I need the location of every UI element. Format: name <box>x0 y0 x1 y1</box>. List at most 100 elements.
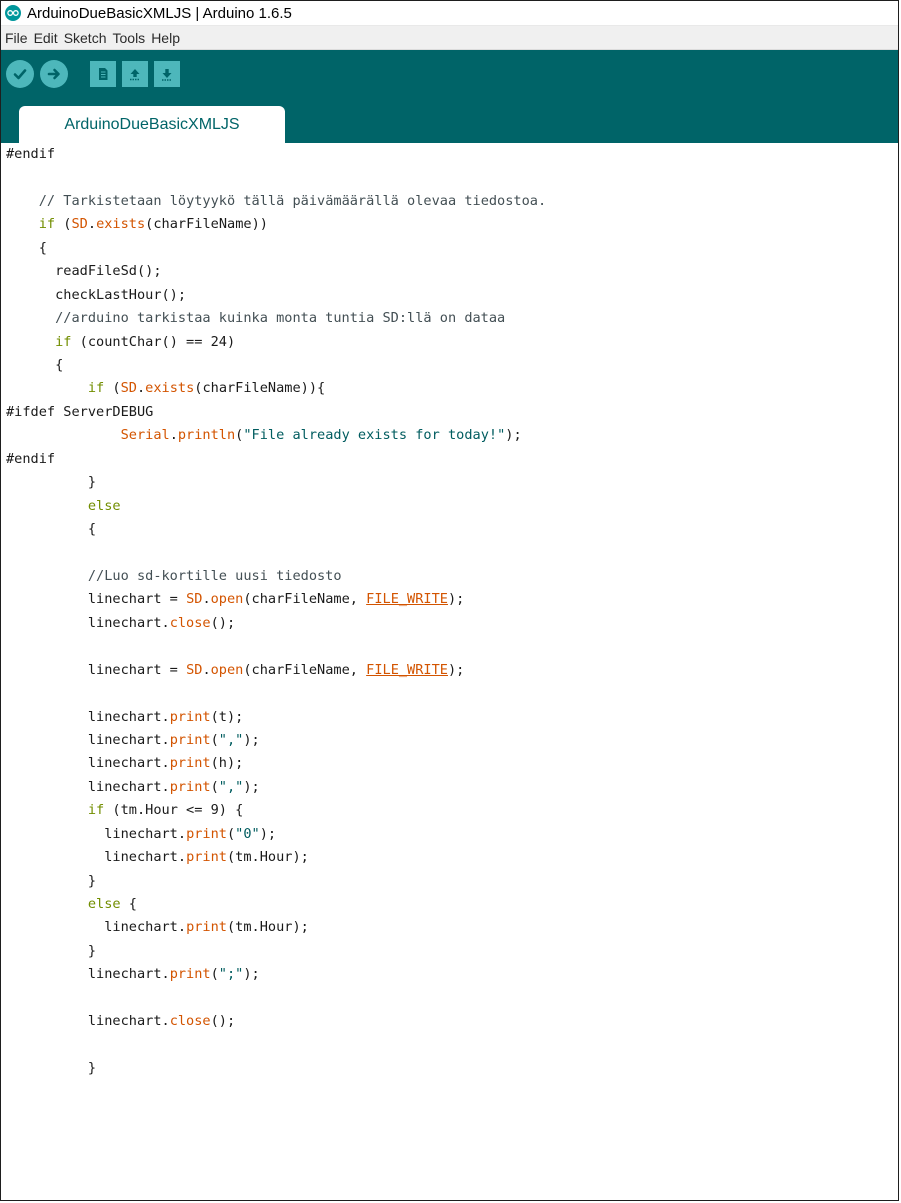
code-line[interactable]: linechart.print(tm.Hour); <box>6 916 546 939</box>
open-sketch-button[interactable] <box>122 61 148 87</box>
code-line[interactable]: #ifdef ServerDEBUG <box>6 401 546 424</box>
code-text: ); <box>243 778 260 795</box>
code-line[interactable]: { <box>6 354 546 377</box>
code-line[interactable]: if (tm.Hour <= 9) { <box>6 799 546 822</box>
code-string: "0" <box>235 825 260 842</box>
tab-sketch[interactable]: ArduinoDueBasicXMLJS <box>19 106 285 143</box>
code-line[interactable] <box>6 987 546 1010</box>
code-text: . <box>169 427 178 444</box>
code-line[interactable]: //arduino tarkistaa kuinka monta tuntia … <box>6 307 546 330</box>
code-text: ); <box>243 966 260 983</box>
code-text: (tm.Hour <= 9) { <box>104 802 244 819</box>
code-string: "," <box>218 731 244 748</box>
code-line[interactable]: linechart = SD.open(charFileName, FILE_W… <box>6 588 546 611</box>
code-keyword: if <box>87 802 105 819</box>
code-editor[interactable]: . . . #endif // Tarkistetaan löytyykö tä… <box>1 143 898 1200</box>
code-line[interactable]: linechart.close(); <box>6 1010 546 1033</box>
code-function: print <box>186 825 227 842</box>
code-line[interactable] <box>6 635 546 658</box>
code-line[interactable]: } <box>6 471 546 494</box>
code-text: ); <box>259 825 277 842</box>
code-text: . <box>87 216 97 233</box>
title-bar: ArduinoDueBasicXMLJS | Arduino 1.6.5 <box>1 1 898 26</box>
code-line[interactable]: { <box>6 237 546 260</box>
code-text: { <box>120 896 137 912</box>
code-line[interactable]: { <box>6 518 546 541</box>
code-text: #endif <box>6 450 56 467</box>
code-line[interactable]: linechart.print(t); <box>6 706 546 729</box>
code-line[interactable]: } <box>6 940 546 963</box>
code-text: #endif <box>6 146 56 162</box>
code-line[interactable]: //Luo sd-kortille uusi tiedosto <box>6 565 546 588</box>
code-line[interactable]: #endif <box>6 448 546 471</box>
code-line[interactable]: } <box>6 870 546 893</box>
code-line[interactable]: if (SD.exists(charFileName)){ <box>6 377 546 400</box>
menu-tools[interactable]: Tools <box>110 27 149 49</box>
code-text: ( <box>55 216 72 233</box>
code-text: (charFileName, <box>243 661 367 678</box>
code-line[interactable]: } <box>6 1057 546 1080</box>
verify-button[interactable] <box>6 60 34 88</box>
code-line[interactable]: checkLastHour(); <box>6 284 546 307</box>
code-text: linechart = <box>6 591 187 608</box>
code-text: . <box>202 661 211 678</box>
arrow-up-icon <box>130 69 140 81</box>
code-string: "File already exists for today!" <box>243 427 506 444</box>
code-line[interactable]: linechart.print(","); <box>6 729 546 752</box>
code-line[interactable]: // Tarkistetaan löytyykö tällä päivämäär… <box>6 190 546 213</box>
menu-sketch[interactable]: Sketch <box>61 27 110 49</box>
code-line[interactable] <box>6 682 546 705</box>
code-line[interactable]: linechart.print(";"); <box>6 963 546 986</box>
code-line[interactable]: else <box>6 495 546 518</box>
code-area[interactable]: #endif // Tarkistetaan löytyykö tällä pä… <box>6 143 546 1081</box>
code-function: print <box>169 966 211 983</box>
code-line[interactable]: if (countChar() == 24) <box>6 331 546 354</box>
code-line[interactable]: else { <box>6 893 546 916</box>
code-line[interactable]: #endif <box>6 143 546 166</box>
code-keyword: else <box>87 497 121 514</box>
code-text: (countChar() == 24) <box>71 333 236 350</box>
code-function: close <box>169 1013 211 1030</box>
menu-help[interactable]: Help <box>148 27 183 49</box>
code-text: linechart. <box>6 966 170 983</box>
code-line[interactable]: if (SD.exists(charFileName)) <box>6 213 546 236</box>
code-function: exists <box>145 380 195 397</box>
code-line[interactable] <box>6 1034 546 1057</box>
code-text: ); <box>243 731 260 748</box>
new-sketch-button[interactable] <box>90 61 116 87</box>
code-text: (h); <box>210 755 244 772</box>
code-function: print <box>186 919 227 936</box>
code-text: } <box>6 474 97 491</box>
code-text: linechart = <box>6 661 187 678</box>
code-line[interactable]: linechart.print(h); <box>6 752 546 775</box>
code-line[interactable]: linechart.print("0"); <box>6 823 546 846</box>
upload-button[interactable] <box>40 60 68 88</box>
code-line[interactable] <box>6 166 546 189</box>
code-line[interactable]: linechart.close(); <box>6 612 546 635</box>
menu-edit[interactable]: Edit <box>31 27 61 49</box>
code-line[interactable]: readFileSd(); <box>6 260 546 283</box>
code-function: print <box>169 778 211 795</box>
code-text: ( <box>210 966 219 983</box>
code-text: } <box>6 942 97 959</box>
save-sketch-button[interactable] <box>154 61 180 87</box>
code-function: print <box>169 755 211 772</box>
code-comment: // Tarkistetaan löytyykö tällä päivämäär… <box>38 192 547 209</box>
menu-file[interactable]: File <box>2 27 31 49</box>
code-comment: //arduino tarkistaa kuinka monta tuntia … <box>55 310 506 327</box>
code-text: checkLastHour(); <box>6 286 187 303</box>
code-line[interactable]: linechart.print(tm.Hour); <box>6 846 546 869</box>
code-line[interactable]: linechart.print(","); <box>6 776 546 799</box>
code-line[interactable]: Serial.println("File already exists for … <box>6 424 546 447</box>
code-line[interactable]: linechart = SD.open(charFileName, FILE_W… <box>6 659 546 682</box>
code-line[interactable] <box>6 541 546 564</box>
code-text: (); <box>210 1013 236 1030</box>
code-object: SD <box>186 661 203 678</box>
toolbar <box>1 50 898 98</box>
